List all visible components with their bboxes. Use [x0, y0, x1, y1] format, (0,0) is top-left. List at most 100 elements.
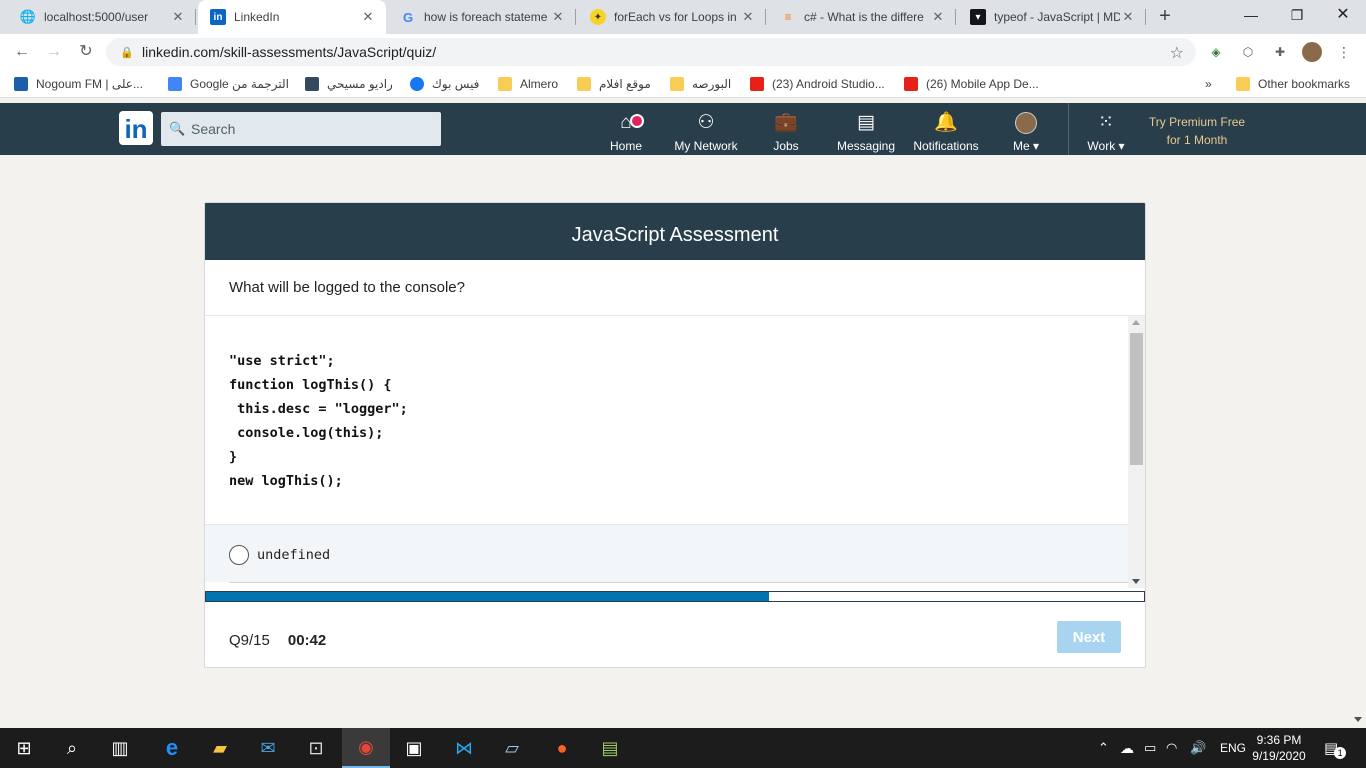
minimize-icon[interactable]: — [1228, 0, 1274, 30]
scroll-up-icon[interactable] [1132, 320, 1140, 325]
reload-icon[interactable]: ↻ [74, 40, 98, 64]
briefcase-icon: 💼 [774, 112, 798, 133]
search-icon[interactable]: ⌕ [48, 728, 96, 768]
browser-tab[interactable]: ▾ typeof - JavaScript | MD ✕ [958, 0, 1146, 34]
close-window-icon[interactable]: ✕ [1320, 0, 1366, 30]
nav-item-me[interactable]: Me ▾ [1004, 107, 1048, 153]
bookmark-item[interactable]: Nogoum FM | على... [14, 75, 143, 93]
nav-label: Work [1087, 139, 1116, 153]
notes-icon[interactable]: ▱ [488, 728, 536, 768]
restore-icon[interactable]: ❐ [1274, 0, 1320, 30]
search-placeholder: Search [191, 121, 236, 137]
nav-item-notifications[interactable]: 🔔 Notifications [910, 107, 982, 153]
chart-app-icon[interactable]: ▤ [586, 728, 634, 768]
assessment-footer: Q9/15 00:42 Next [229, 621, 1121, 657]
envelope-icon [305, 77, 319, 91]
extensions-puzzle-icon[interactable]: ✚ [1270, 42, 1290, 62]
scroll-down-icon[interactable] [1132, 579, 1140, 584]
scrollbar[interactable] [1128, 316, 1145, 588]
store-icon[interactable]: ⊡ [292, 728, 340, 768]
windows-taskbar: ⊞ ⌕ ▥ e ▰ ✉ ⊡ ◉ ▣ ⋈ ▱ ● ▤ ⌃ ☁ ▭ ◠ 🔊 ENG … [0, 728, 1366, 768]
nav-label: Jobs [773, 139, 799, 153]
language-indicator[interactable]: ENG [1220, 728, 1246, 768]
bookmark-item[interactable]: موقع افلام [577, 75, 651, 93]
vscode-icon[interactable]: ⋈ [440, 728, 488, 768]
bookmark-item[interactable]: البورصه [670, 75, 731, 93]
forward-icon[interactable]: → [42, 40, 66, 64]
close-tab-icon[interactable]: ✕ [930, 9, 946, 25]
extension-cube-icon[interactable]: ⬡ [1238, 42, 1258, 62]
close-tab-icon[interactable]: ✕ [360, 9, 376, 25]
bookmark-label: Nogoum FM | على... [36, 77, 143, 91]
browser-tab-active[interactable]: in LinkedIn ✕ [198, 0, 386, 34]
tab-separator [195, 9, 196, 25]
close-tab-icon[interactable]: ✕ [740, 9, 756, 25]
timer: 00:42 [287, 631, 327, 649]
mail-icon[interactable]: ✉ [244, 728, 292, 768]
browser-tab[interactable]: 🌐 localhost:5000/user ✕ [8, 0, 196, 34]
profile-avatar[interactable] [1302, 42, 1322, 62]
premium-line: Try Premium Free [1148, 115, 1246, 129]
address-bar[interactable]: 🔒 linkedin.com/skill-assessments/JavaScr… [106, 38, 1196, 66]
page-scrollbar[interactable] [1351, 155, 1366, 728]
bookmark-star-icon[interactable]: ☆ [1170, 43, 1184, 63]
battery-icon[interactable]: ▭ [1144, 728, 1156, 768]
search-input[interactable]: 🔍 Search [161, 112, 441, 146]
menu-dots-icon[interactable]: ⋮ [1334, 42, 1354, 62]
bookmark-item[interactable]: فيس بوك [410, 75, 479, 93]
answer-option[interactable]: undefined [205, 524, 1128, 583]
avatar [1015, 112, 1037, 136]
nav-divider [1068, 103, 1069, 155]
wifi-icon[interactable]: ◠ [1166, 728, 1177, 768]
scroll-down-icon[interactable] [1354, 717, 1362, 722]
tab-separator [575, 9, 576, 25]
new-tab-icon[interactable]: + [1154, 5, 1176, 27]
folder-icon [577, 77, 591, 91]
mdn-icon: ▾ [970, 9, 986, 25]
question-scroll-area[interactable]: "use strict"; function logThis() { this.… [205, 316, 1145, 588]
bookmark-label: Other bookmarks [1258, 77, 1351, 91]
more-bookmarks-button[interactable]: » [1205, 75, 1212, 93]
clock-date: 9/19/2020 [1252, 749, 1306, 763]
nav-item-jobs[interactable]: 💼 Jobs [764, 107, 808, 153]
onedrive-icon[interactable]: ☁ [1120, 728, 1134, 768]
close-tab-icon[interactable]: ✕ [1120, 9, 1136, 25]
browser-tab[interactable]: ≡ c# - What is the differe ✕ [768, 0, 956, 34]
next-button[interactable]: Next [1057, 621, 1121, 653]
question-counter: Q9/15 [229, 631, 270, 649]
bookmark-item[interactable]: (26) Mobile App De... [904, 75, 1039, 93]
notification-badge [629, 114, 644, 128]
extension-icon[interactable]: ◈ [1206, 42, 1226, 62]
clock[interactable]: 9:36 PM 9/19/2020 [1248, 732, 1310, 764]
nav-item-messaging[interactable]: ▤ Messaging [834, 107, 898, 153]
chevrons-icon: » [1205, 77, 1212, 91]
windows-start-icon[interactable]: ⊞ [0, 728, 48, 768]
file-explorer-icon[interactable]: ▰ [196, 728, 244, 768]
volume-icon[interactable]: 🔊 [1190, 728, 1206, 768]
close-tab-icon[interactable]: ✕ [170, 9, 186, 25]
premium-link[interactable]: Try Premium Free for 1 Month [1142, 113, 1252, 149]
scrollbar-thumb[interactable] [1130, 333, 1143, 465]
action-center-icon[interactable]: ▤ 1 [1324, 728, 1347, 768]
nav-item-work[interactable]: ⁙ Work ▾ [1080, 107, 1132, 153]
folder-icon [498, 77, 512, 91]
bookmark-item[interactable]: Almero [498, 75, 558, 93]
tray-chevron-icon[interactable]: ⌃ [1098, 728, 1109, 768]
edge-icon[interactable]: e [148, 728, 196, 768]
radio-button[interactable] [229, 545, 249, 565]
bookmark-item[interactable]: راديو مسيحي [305, 75, 393, 93]
task-view-icon[interactable]: ▥ [96, 728, 144, 768]
browser-tab[interactable]: G how is foreach stateme ✕ [388, 0, 576, 34]
bookmark-item[interactable]: Google الترجمة من [168, 75, 289, 93]
browser-tab[interactable]: ✦ forEach vs for Loops in ✕ [578, 0, 766, 34]
chrome-icon[interactable]: ◉ [342, 728, 390, 768]
nav-item-my-network[interactable]: ⚇ My Network [668, 107, 744, 153]
back-icon[interactable]: ← [10, 40, 34, 64]
other-bookmarks[interactable]: Other bookmarks [1236, 75, 1350, 93]
close-tab-icon[interactable]: ✕ [550, 9, 566, 25]
postman-icon[interactable]: ● [538, 728, 586, 768]
linkedin-logo[interactable]: in [119, 111, 153, 145]
nav-item-home[interactable]: ⌂ Home [604, 107, 648, 153]
linqpad-icon[interactable]: ▣ [390, 728, 438, 768]
bookmark-item[interactable]: (23) Android Studio... [750, 75, 885, 93]
